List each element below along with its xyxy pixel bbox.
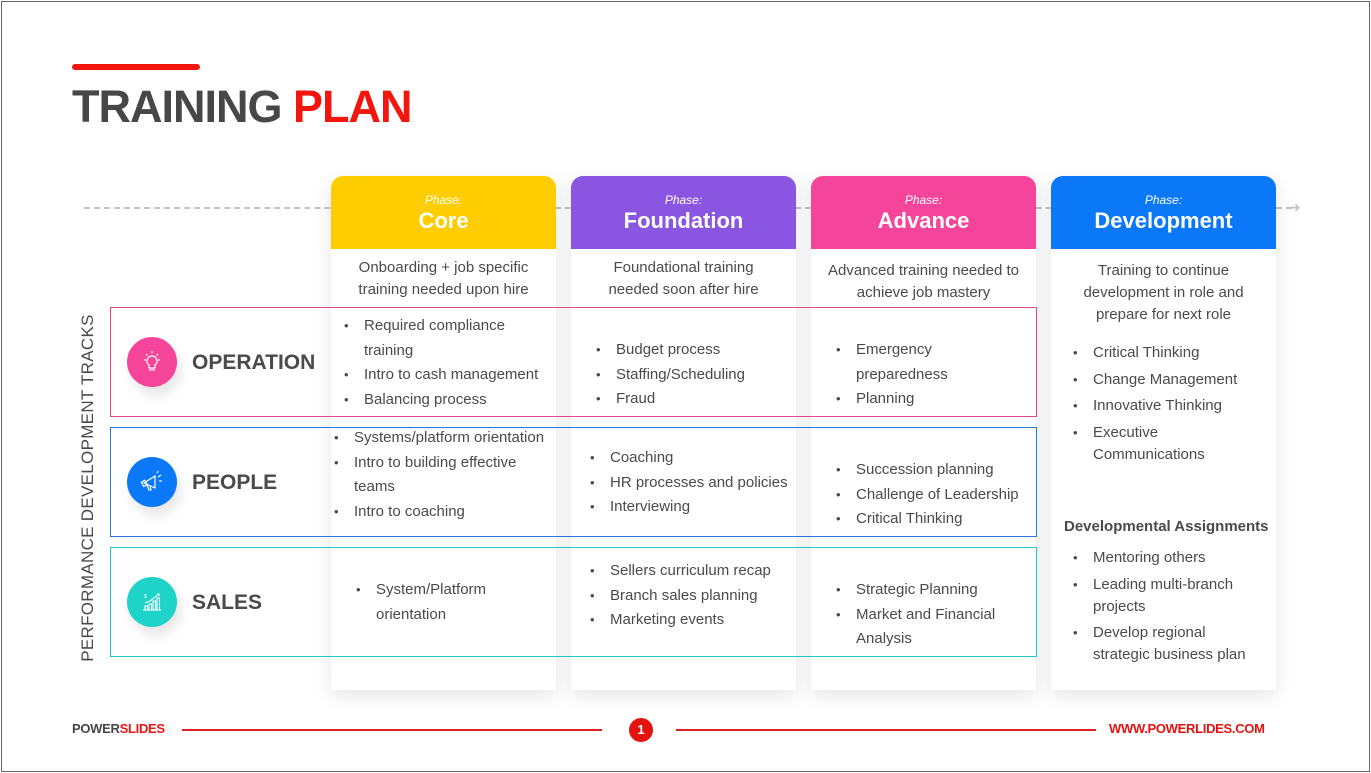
cell-sales-foundation: Sellers curriculum recap Branch sales pl… — [590, 559, 780, 633]
phase-description: Training to continue development in role… — [1083, 262, 1244, 323]
list-item: Intro to cash management — [344, 363, 556, 388]
track-label-operation: OPERATION — [192, 351, 316, 374]
list-item: Succession planning — [836, 458, 1036, 483]
track-label-sales: SALES — [192, 591, 263, 614]
cell-operation-advance: Emergency preparedness Planning — [836, 338, 986, 412]
phase-description: Advanced training needed to achieve job … — [828, 262, 1019, 301]
developmental-assignments-list: Mentoring others Leading multi-branch pr… — [1073, 547, 1263, 671]
cell-sales-advance: Strategic Planning Market and Financial … — [836, 578, 1016, 652]
footer-url[interactable]: WWW.POWERLIDES.COM — [1109, 721, 1265, 736]
phase-description: Onboarding + job specific training neede… — [358, 259, 529, 298]
list-item: Challenge of Leadership — [836, 483, 1036, 508]
title-accent-bar — [72, 64, 200, 70]
cell-operation-core: Required compliance training Intro to ca… — [344, 314, 556, 412]
list-item: System/Platform orientation — [356, 578, 546, 627]
phase-name: Advance — [877, 208, 970, 233]
cell-people-foundation: Coaching HR processes and policies Inter… — [590, 446, 800, 520]
phase-name: Core — [418, 208, 469, 233]
list-item: Balancing process — [344, 388, 556, 413]
phase-label: Phase: — [664, 193, 703, 207]
cell-people-advance: Succession planning Challenge of Leaders… — [836, 458, 1036, 532]
list-item: Innovative Thinking — [1073, 395, 1263, 417]
title-part-2: PLAN — [293, 81, 412, 132]
list-item: Leading multi-branch projects — [1073, 574, 1263, 618]
phase-label: Phase: — [904, 193, 943, 207]
list-item: HR processes and policies — [590, 471, 800, 496]
footer-brand: POWERSLIDES — [72, 721, 165, 736]
list-item: Staffing/Scheduling — [596, 363, 821, 388]
megaphone-icon — [127, 457, 177, 507]
list-item: Emergency preparedness — [836, 338, 986, 387]
cell-people-core: Systems/platform orientation Intro to bu… — [334, 426, 556, 524]
list-item: Fraud — [596, 387, 821, 412]
list-item: Planning — [836, 387, 986, 412]
list-item: Critical Thinking — [1073, 342, 1263, 364]
phase-header: Phase: Development — [1051, 176, 1276, 249]
list-item: Sellers curriculum recap — [590, 559, 780, 584]
list-item: Mentoring others — [1073, 547, 1263, 569]
svg-text:$: $ — [144, 594, 147, 600]
list-item: Required compliance training — [344, 314, 556, 363]
list-item: Marketing events — [590, 608, 780, 633]
list-item: Coaching — [590, 446, 800, 471]
list-item: Strategic Planning — [836, 578, 1016, 603]
footer-divider-right — [676, 729, 1096, 731]
phase-header: Phase: Advance — [811, 176, 1036, 249]
phase-header: Phase: Core — [331, 176, 556, 249]
arrow-right-icon: ➜ — [1289, 199, 1301, 215]
brand-part-2: SLIDES — [119, 721, 165, 736]
cell-operation-foundation: Budget process Staffing/Scheduling Fraud — [596, 338, 821, 412]
list-item: Change Management — [1073, 369, 1263, 391]
list-item: Develop regional strategic business plan — [1073, 622, 1263, 666]
list-item: Branch sales planning — [590, 584, 780, 609]
cell-sales-core: System/Platform orientation — [356, 578, 546, 627]
developmental-assignments-heading: Developmental Assignments — [1064, 518, 1269, 535]
list-item: Intro to coaching — [334, 500, 556, 525]
slide: TRAINING PLAN ➜ Phase: Core Onboarding +… — [1, 1, 1370, 772]
list-item: Market and Financial Analysis — [836, 603, 1016, 652]
list-item: Critical Thinking — [836, 507, 1036, 532]
title-part-1: TRAINING — [72, 81, 282, 132]
footer-divider-left — [182, 729, 602, 731]
phase-name: Development — [1094, 208, 1233, 233]
phase-header: Phase: Foundation — [571, 176, 796, 249]
phase-label: Phase: — [424, 193, 463, 207]
list-item: Systems/platform orientation — [334, 426, 556, 451]
tracks-axis-label: PERFORMANCE DEVELOPMENT TRACKS — [78, 314, 97, 662]
development-skills-list: Critical Thinking Change Management Inno… — [1073, 342, 1263, 470]
track-label-people: PEOPLE — [192, 471, 278, 494]
phase-name: Foundation — [623, 208, 744, 233]
lightbulb-icon — [127, 337, 177, 387]
brand-part-1: POWER — [72, 721, 120, 736]
page-number-badge: 1 — [629, 718, 653, 742]
growth-chart-icon: $ — [127, 577, 177, 627]
phase-label: Phase: — [1144, 193, 1183, 207]
list-item: Executive Communications — [1073, 422, 1263, 466]
list-item: Budget process — [596, 338, 821, 363]
slide-title: TRAINING PLAN — [72, 80, 413, 134]
list-item: Interviewing — [590, 495, 800, 520]
list-item: Intro to building effective teams — [334, 451, 556, 500]
phase-description: Foundational training needed soon after … — [608, 259, 759, 298]
